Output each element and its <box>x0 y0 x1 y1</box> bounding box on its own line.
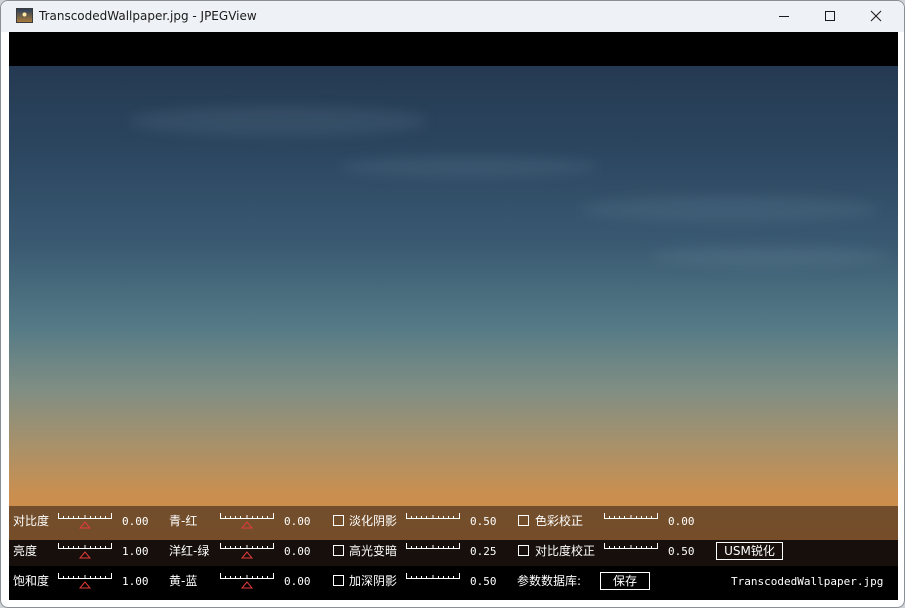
contrast-label: 对比度 <box>13 514 50 528</box>
param-db-label: 参数数据库: <box>517 574 582 588</box>
image-viewer[interactable]: 对比度 0.00 亮度 1.00 饱和度 1.00 青-红 0.00 洋红-绿 … <box>9 32 898 600</box>
crescent-moon-icon <box>441 362 450 377</box>
deepen-shadows-label: 加深阴影 <box>349 574 398 588</box>
title-bar[interactable]: TranscodedWallpaper.jpg - JPEGView <box>1 1 904 32</box>
minimize-icon <box>779 16 789 17</box>
saturation-label: 饱和度 <box>13 574 50 588</box>
save-button[interactable]: 保存 <box>600 572 650 590</box>
file-name-label: TranscodedWallpaper.jpg <box>731 575 884 588</box>
contrast-correction-value: 0.50 <box>668 545 695 558</box>
cyan-red-slider[interactable] <box>219 511 275 531</box>
app-icon <box>16 8 33 23</box>
lighten-shadows-checkbox[interactable] <box>333 515 344 526</box>
cloud-wisp <box>579 196 879 222</box>
darken-highlights-value: 0.25 <box>470 545 497 558</box>
yellow-blue-value: 0.00 <box>284 575 311 588</box>
close-icon <box>870 10 882 22</box>
color-correction-value: 0.00 <box>668 515 695 528</box>
brightness-slider[interactable] <box>57 541 113 561</box>
adjustment-panel: 对比度 0.00 亮度 1.00 饱和度 1.00 青-红 0.00 洋红-绿 … <box>9 506 898 600</box>
wallpaper-image <box>9 66 898 540</box>
saturation-value: 1.00 <box>122 575 149 588</box>
lighten-shadows-value: 0.50 <box>470 515 497 528</box>
cloud-wisp <box>129 106 429 136</box>
color-correction-checkbox[interactable] <box>518 515 529 526</box>
maximize-icon <box>825 11 835 21</box>
deepen-shadows-checkbox[interactable] <box>333 575 344 586</box>
cloud-wisp <box>339 156 599 178</box>
contrast-value: 0.00 <box>122 515 149 528</box>
deepen-shadows-value: 0.50 <box>470 575 497 588</box>
cyan-red-value: 0.00 <box>284 515 311 528</box>
cyan-red-label: 青-红 <box>169 514 198 528</box>
lighten-shadows-slider[interactable] <box>405 511 461 531</box>
contrast-correction-label: 对比度校正 <box>535 544 596 558</box>
close-button[interactable] <box>853 1 899 31</box>
color-correction-label: 色彩校正 <box>535 514 584 528</box>
lighten-shadows-label: 淡化阴影 <box>349 514 398 528</box>
yellow-blue-slider[interactable] <box>219 571 275 591</box>
contrast-correction-slider[interactable] <box>603 541 659 561</box>
color-correction-slider[interactable] <box>603 511 659 531</box>
contrast-slider[interactable] <box>57 511 113 531</box>
magenta-green-value: 0.00 <box>284 545 311 558</box>
minimize-button[interactable] <box>761 1 807 31</box>
saturation-slider[interactable] <box>57 571 113 591</box>
yellow-blue-label: 黄-蓝 <box>169 574 198 588</box>
darken-highlights-slider[interactable] <box>405 541 461 561</box>
darken-highlights-checkbox[interactable] <box>333 545 344 556</box>
maximize-button[interactable] <box>807 1 853 31</box>
cloud-wisp <box>649 246 889 266</box>
brightness-label: 亮度 <box>13 544 38 558</box>
magenta-green-slider[interactable] <box>219 541 275 561</box>
magenta-green-label: 洋红-绿 <box>169 544 210 558</box>
darken-highlights-label: 高光变暗 <box>349 544 398 558</box>
usm-sharpen-button[interactable]: USM锐化 <box>716 542 783 560</box>
jpegview-window: TranscodedWallpaper.jpg - JPEGView 对比度 0… <box>0 0 905 608</box>
contrast-correction-checkbox[interactable] <box>518 545 529 556</box>
brightness-value: 1.00 <box>122 545 149 558</box>
deepen-shadows-slider[interactable] <box>405 571 461 591</box>
window-title: TranscodedWallpaper.jpg - JPEGView <box>39 9 257 23</box>
